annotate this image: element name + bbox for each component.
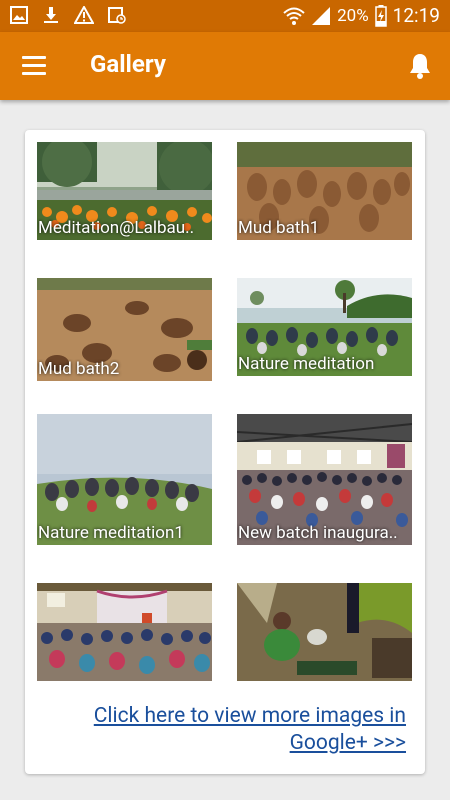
warning-notification-icon <box>74 6 94 24</box>
gallery-item[interactable] <box>237 583 412 681</box>
image-notification-icon <box>10 6 28 24</box>
gallery-item[interactable]: Mud bath1 <box>237 142 412 240</box>
gallery-item[interactable]: Nature meditation <box>237 278 412 376</box>
gallery-thumbnail <box>237 583 412 681</box>
wifi-icon <box>283 7 305 25</box>
gallery-item-caption: Mud bath2 <box>38 359 120 379</box>
gallery-item[interactable]: New batch inaugura.. <box>237 414 412 545</box>
gallery-item[interactable] <box>37 583 212 681</box>
status-bar: 20% 12:19 <box>0 0 450 32</box>
gallery-card: Meditation@Lalbau.. Mud bath1 Mud bath2 … <box>25 130 425 774</box>
download-notification-icon <box>44 7 58 23</box>
app-bar: Gallery <box>0 32 450 100</box>
menu-icon[interactable] <box>22 54 48 76</box>
notification-bell-icon[interactable] <box>408 52 432 80</box>
gallery-item-caption: Meditation@Lalbau.. <box>38 218 195 238</box>
gallery-item-caption: Mud bath1 <box>238 218 320 238</box>
battery-percent: 20% <box>337 5 369 26</box>
gallery-item-caption: Nature meditation <box>238 354 375 374</box>
gallery-item-caption: New batch inaugura.. <box>238 523 398 543</box>
signal-icon <box>312 6 331 25</box>
gallery-item[interactable]: Nature meditation1 <box>37 414 212 545</box>
clock: 12:19 <box>392 4 440 27</box>
battery-charging-icon <box>374 4 387 27</box>
gallery-item-caption: Nature meditation1 <box>38 523 184 543</box>
gallery-item[interactable]: Meditation@Lalbau.. <box>37 142 212 240</box>
view-more-link[interactable]: Click here to view more images in Google… <box>46 703 406 757</box>
gallery-thumbnail <box>37 583 212 681</box>
page-title: Gallery <box>90 50 166 78</box>
gallery-item[interactable]: Mud bath2 <box>37 278 212 381</box>
calendar-notification-icon <box>108 7 126 24</box>
